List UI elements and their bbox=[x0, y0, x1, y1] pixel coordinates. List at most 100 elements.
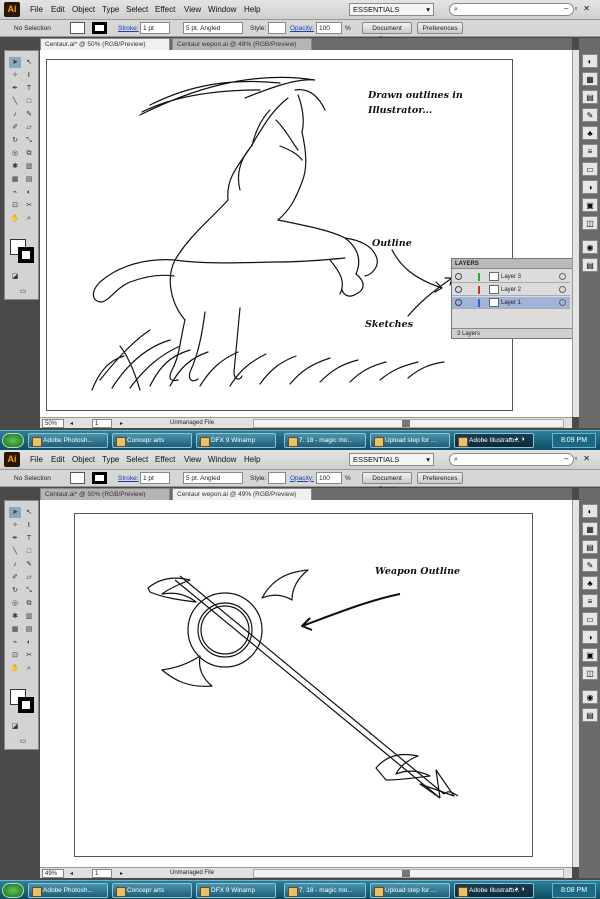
menu-object[interactable]: Object bbox=[72, 455, 95, 464]
document-setup-button[interactable]: Document Setup bbox=[362, 22, 412, 43]
menu-effect[interactable]: Effect bbox=[155, 5, 175, 14]
menu-file[interactable]: File bbox=[30, 5, 43, 14]
eraser-icon[interactable]: ▱ bbox=[23, 572, 35, 583]
selection-tool-icon[interactable]: ➤ bbox=[9, 57, 21, 68]
ai-logo[interactable]: Ai bbox=[4, 2, 20, 17]
rectangle-tool-icon[interactable]: □ bbox=[23, 546, 35, 557]
task-photoshop[interactable]: Adobe Photosh... bbox=[28, 433, 108, 448]
system-tray[interactable]: ◔◕◑ bbox=[508, 886, 548, 895]
menu-object[interactable]: Object bbox=[72, 5, 95, 14]
tab-centaur-weapon[interactable]: Centaur wepon.ai @ 49% (RGB/Preview) bbox=[172, 38, 312, 50]
direct-selection-tool-icon[interactable]: ↖ bbox=[23, 507, 35, 518]
swatches-icon[interactable]: ▤ bbox=[582, 90, 598, 104]
target-icon[interactable] bbox=[559, 286, 566, 293]
stroke-panel-icon[interactable]: ≡ bbox=[582, 144, 598, 158]
menu-view[interactable]: View bbox=[184, 5, 201, 14]
transparency-icon[interactable]: ◑ bbox=[582, 629, 598, 644]
scissors-icon[interactable]: ✂ bbox=[23, 650, 35, 661]
task-magic-mo[interactable]: 7. 18 - magic mo... bbox=[284, 433, 366, 448]
blob-brush-icon[interactable]: ✐ bbox=[9, 572, 21, 583]
task-concept-arts[interactable]: Concepr arts bbox=[112, 433, 192, 448]
scroll-thumb[interactable] bbox=[402, 420, 410, 427]
stroke-label[interactable]: Stroke: bbox=[118, 475, 139, 482]
color-panel-icon[interactable]: ◐ bbox=[582, 54, 598, 68]
symbol-sprayer-icon[interactable]: ✱ bbox=[9, 611, 21, 622]
eyedropper-icon[interactable]: ⌁ bbox=[9, 187, 21, 198]
search-input[interactable]: ⌕ bbox=[449, 3, 574, 16]
gradient-tool-icon[interactable]: ▤ bbox=[23, 174, 35, 185]
brush-dropdown[interactable]: 5 pt. Angled bbox=[183, 22, 243, 34]
tab-centaur[interactable]: Centaur.ai* @ 50% (RGB/Preview) bbox=[40, 487, 170, 500]
document-setup-button[interactable]: Document Setup bbox=[362, 471, 412, 493]
opacity-label[interactable]: Opacity: bbox=[290, 475, 314, 482]
rotate-tool-icon[interactable]: ↻ bbox=[9, 135, 21, 146]
fill-swatch[interactable] bbox=[70, 22, 85, 34]
rotate-tool-icon[interactable]: ↻ bbox=[9, 585, 21, 596]
clock[interactable]: 8:09 PM bbox=[552, 433, 596, 448]
graph-tool-icon[interactable]: ▥ bbox=[23, 611, 35, 622]
menu-type[interactable]: Type bbox=[102, 5, 119, 14]
task-upload-step[interactable]: Upload step for ... bbox=[370, 882, 450, 898]
fill-swatch[interactable] bbox=[70, 471, 85, 484]
target-icon[interactable] bbox=[559, 299, 566, 306]
blend-tool-icon[interactable]: ◐ bbox=[23, 637, 35, 648]
screen-mode-icon[interactable]: ▭ bbox=[17, 286, 29, 297]
pen-tool-icon[interactable]: ✒ bbox=[9, 533, 21, 544]
scissors-icon[interactable]: ✂ bbox=[23, 200, 35, 211]
horizontal-scrollbar[interactable] bbox=[253, 419, 564, 428]
visibility-icon[interactable] bbox=[455, 273, 462, 280]
first-page-icon[interactable]: ◂ bbox=[70, 870, 73, 877]
graphic-styles-icon[interactable]: ◫ bbox=[582, 216, 598, 230]
pencil-icon[interactable]: ✎ bbox=[23, 559, 35, 570]
menu-select[interactable]: Select bbox=[126, 5, 148, 14]
page-field[interactable]: 1 bbox=[92, 868, 112, 878]
window-controls[interactable]: –▫✕ bbox=[564, 454, 596, 463]
layer-row[interactable]: Layer 2 bbox=[452, 284, 570, 296]
stroke-panel-icon[interactable]: ≡ bbox=[582, 593, 598, 608]
direct-selection-tool-icon[interactable]: ↖ bbox=[23, 57, 35, 68]
hand-tool-icon[interactable]: ✋ bbox=[9, 663, 21, 674]
style-dropdown[interactable] bbox=[268, 22, 286, 34]
menu-type[interactable]: Type bbox=[102, 455, 119, 464]
artboards-icon[interactable]: ▤ bbox=[582, 707, 598, 722]
type-tool-icon[interactable]: T bbox=[23, 533, 35, 544]
task-concept-arts[interactable]: Concepr arts bbox=[112, 882, 192, 898]
preferences-button[interactable]: Preferences bbox=[417, 22, 463, 34]
hand-tool-icon[interactable]: ✋ bbox=[9, 213, 21, 224]
opacity-label[interactable]: Opacity: bbox=[290, 25, 314, 32]
warp-tool-icon[interactable]: ◎ bbox=[9, 598, 21, 609]
magic-wand-icon[interactable]: ✧ bbox=[9, 520, 21, 531]
target-icon[interactable] bbox=[559, 273, 566, 280]
stroke-swatch[interactable] bbox=[92, 22, 107, 34]
swap-fill-stroke-icon[interactable]: ◪ bbox=[9, 271, 21, 282]
lasso-icon[interactable]: ℓ bbox=[23, 520, 35, 531]
graphic-styles-icon[interactable]: ◫ bbox=[582, 665, 598, 680]
menu-effect[interactable]: Effect bbox=[155, 455, 175, 464]
line-tool-icon[interactable]: ╲ bbox=[9, 96, 21, 107]
free-transform-icon[interactable]: ⧉ bbox=[23, 598, 35, 609]
eyedropper-icon[interactable]: ⌁ bbox=[9, 637, 21, 648]
line-tool-icon[interactable]: ╲ bbox=[9, 546, 21, 557]
menu-select[interactable]: Select bbox=[126, 455, 148, 464]
start-icon[interactable] bbox=[2, 433, 24, 448]
blob-brush-icon[interactable]: ✐ bbox=[9, 122, 21, 133]
task-magic-mo[interactable]: 7. 18 - magic mo... bbox=[284, 882, 366, 898]
zoom-tool-icon[interactable]: ⌕ bbox=[23, 663, 35, 674]
free-transform-icon[interactable]: ⧉ bbox=[23, 148, 35, 159]
fill-stroke-swatches[interactable] bbox=[10, 239, 35, 263]
system-tray[interactable]: ◔◕◑ bbox=[508, 436, 548, 445]
zoom-field[interactable]: 49% bbox=[42, 868, 64, 878]
gradient-panel-icon[interactable]: ▭ bbox=[582, 611, 598, 626]
style-dropdown[interactable] bbox=[268, 471, 286, 484]
stroke-weight-field[interactable]: 1 pt bbox=[140, 22, 170, 34]
tab-centaur[interactable]: Centaur.ai* @ 50% (RGB/Preview) bbox=[40, 38, 170, 50]
visibility-icon[interactable] bbox=[455, 286, 462, 293]
page-field[interactable]: 1 bbox=[92, 419, 112, 428]
task-photoshop[interactable]: Adobe Photosh... bbox=[28, 882, 108, 898]
symbols-icon[interactable]: ♣ bbox=[582, 126, 598, 140]
warp-tool-icon[interactable]: ◎ bbox=[9, 148, 21, 159]
paintbrush-icon[interactable]: ♪ bbox=[9, 559, 21, 570]
menu-view[interactable]: View bbox=[184, 455, 201, 464]
zoom-tool-icon[interactable]: ⌕ bbox=[23, 213, 35, 224]
first-page-icon[interactable]: ◂ bbox=[70, 420, 73, 427]
